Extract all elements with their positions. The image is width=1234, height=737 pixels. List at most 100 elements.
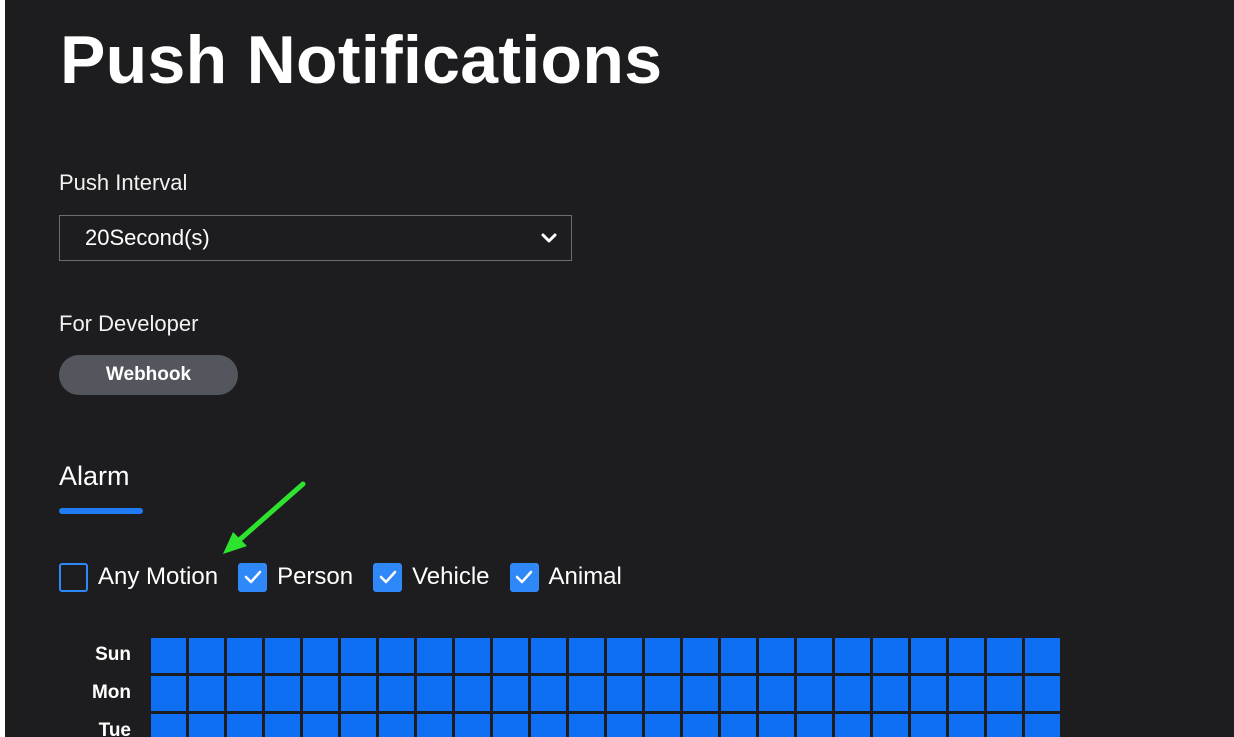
schedule-hour-cell[interactable] (683, 637, 718, 673)
schedule-hour-cell[interactable] (341, 637, 376, 673)
schedule-hour-cell[interactable] (189, 637, 224, 673)
checkbox-checked-icon[interactable] (373, 562, 403, 592)
schedule-hour-cell[interactable] (645, 675, 680, 711)
schedule-hour-cell[interactable] (227, 637, 262, 673)
schedule-hour-cell[interactable] (379, 713, 414, 737)
schedule-hour-cell[interactable] (531, 713, 566, 737)
push-interval-select[interactable]: 20Second(s) (59, 215, 572, 261)
schedule-hour-cell[interactable] (189, 713, 224, 737)
schedule-hour-cell[interactable] (645, 713, 680, 737)
schedule-hour-cell[interactable] (569, 637, 604, 673)
schedule-hour-cell[interactable] (721, 713, 756, 737)
schedule-hour-cell[interactable] (1025, 713, 1060, 737)
checkbox-any-motion[interactable]: Any Motion (59, 562, 218, 592)
schedule-hour-cell[interactable] (417, 713, 452, 737)
checkmark-icon (515, 570, 533, 584)
checkbox-unchecked-icon[interactable] (59, 562, 88, 592)
schedule-hour-cell[interactable] (265, 675, 300, 711)
schedule-hour-cell[interactable] (607, 637, 642, 673)
schedule-hour-cell[interactable] (417, 637, 452, 673)
schedule-hour-cell[interactable] (455, 637, 490, 673)
schedule-hour-cell[interactable] (1025, 637, 1060, 673)
schedule-hour-cell[interactable] (607, 713, 642, 737)
checkbox-checked-icon[interactable] (238, 562, 268, 592)
schedule-hour-cell[interactable] (797, 713, 832, 737)
schedule-hour-cell[interactable] (531, 675, 566, 711)
schedule-hour-cell[interactable] (949, 637, 984, 673)
push-interval-value: 20Second(s) (85, 225, 210, 250)
day-label: Sun (95, 644, 131, 665)
schedule-hour-cell[interactable] (265, 713, 300, 737)
checkbox-animal[interactable]: Animal (509, 562, 622, 592)
schedule-hour-cell[interactable] (987, 675, 1022, 711)
schedule-hour-cell[interactable] (151, 637, 186, 673)
checkbox-label-animal: Animal (548, 563, 622, 590)
schedule-hour-cell[interactable] (911, 637, 946, 673)
schedule-hour-cell[interactable] (683, 675, 718, 711)
schedule-hour-cell[interactable] (303, 713, 338, 737)
schedule-hour-cell[interactable] (303, 675, 338, 711)
tab-alarm-underline (59, 508, 143, 514)
schedule-hour-cell[interactable] (797, 675, 832, 711)
push-interval-label: Push Interval (59, 170, 188, 195)
day-label: Mon (91, 682, 131, 703)
schedule-grid: Sun Mon Tue (59, 636, 1063, 737)
webhook-button[interactable]: Webhook (59, 355, 238, 395)
page-title: Push Notifications (60, 22, 663, 98)
chevron-down-icon (541, 233, 557, 243)
schedule-hour-cell[interactable] (759, 675, 794, 711)
schedule-hour-cell[interactable] (759, 637, 794, 673)
schedule-hour-cell[interactable] (607, 675, 642, 711)
schedule-hour-cell[interactable] (455, 713, 490, 737)
schedule-cells (151, 675, 1063, 711)
schedule-cells (151, 637, 1063, 673)
checkbox-checked-icon[interactable] (509, 562, 539, 592)
schedule-hour-cell[interactable] (759, 713, 794, 737)
schedule-hour-cell[interactable] (835, 713, 870, 737)
schedule-hour-cell[interactable] (873, 637, 908, 673)
schedule-hour-cell[interactable] (721, 637, 756, 673)
schedule-hour-cell[interactable] (189, 675, 224, 711)
schedule-hour-cell[interactable] (379, 675, 414, 711)
schedule-hour-cell[interactable] (151, 713, 186, 737)
schedule-hour-cell[interactable] (493, 713, 528, 737)
day-label: Tue (98, 720, 131, 737)
schedule-hour-cell[interactable] (721, 675, 756, 711)
schedule-hour-cell[interactable] (151, 675, 186, 711)
schedule-hour-cell[interactable] (227, 675, 262, 711)
schedule-hour-cell[interactable] (531, 637, 566, 673)
schedule-hour-cell[interactable] (873, 713, 908, 737)
schedule-hour-cell[interactable] (797, 637, 832, 673)
schedule-hour-cell[interactable] (1025, 675, 1060, 711)
schedule-hour-cell[interactable] (417, 675, 452, 711)
schedule-hour-cell[interactable] (949, 675, 984, 711)
schedule-hour-cell[interactable] (987, 637, 1022, 673)
schedule-row-tue: Tue (59, 712, 1063, 737)
schedule-hour-cell[interactable] (911, 675, 946, 711)
schedule-hour-cell[interactable] (493, 675, 528, 711)
schedule-hour-cell[interactable] (379, 637, 414, 673)
schedule-hour-cell[interactable] (341, 675, 376, 711)
schedule-hour-cell[interactable] (987, 713, 1022, 737)
tab-alarm[interactable]: Alarm (59, 460, 130, 492)
checkbox-vehicle[interactable]: Vehicle (373, 562, 490, 592)
schedule-hour-cell[interactable] (227, 713, 262, 737)
schedule-hour-cell[interactable] (493, 637, 528, 673)
checkmark-icon (379, 570, 396, 584)
checkbox-person[interactable]: Person (238, 562, 353, 592)
schedule-hour-cell[interactable] (645, 637, 680, 673)
schedule-hour-cell[interactable] (835, 637, 870, 673)
schedule-hour-cell[interactable] (835, 675, 870, 711)
schedule-hour-cell[interactable] (911, 713, 946, 737)
schedule-hour-cell[interactable] (341, 713, 376, 737)
schedule-hour-cell[interactable] (569, 675, 604, 711)
schedule-hour-cell[interactable] (873, 675, 908, 711)
schedule-row-sun: Sun (59, 636, 1063, 674)
checkbox-label-person: Person (277, 563, 354, 590)
schedule-hour-cell[interactable] (949, 713, 984, 737)
schedule-hour-cell[interactable] (303, 637, 338, 673)
schedule-hour-cell[interactable] (265, 637, 300, 673)
schedule-hour-cell[interactable] (455, 675, 490, 711)
schedule-hour-cell[interactable] (569, 713, 604, 737)
schedule-hour-cell[interactable] (683, 713, 718, 737)
